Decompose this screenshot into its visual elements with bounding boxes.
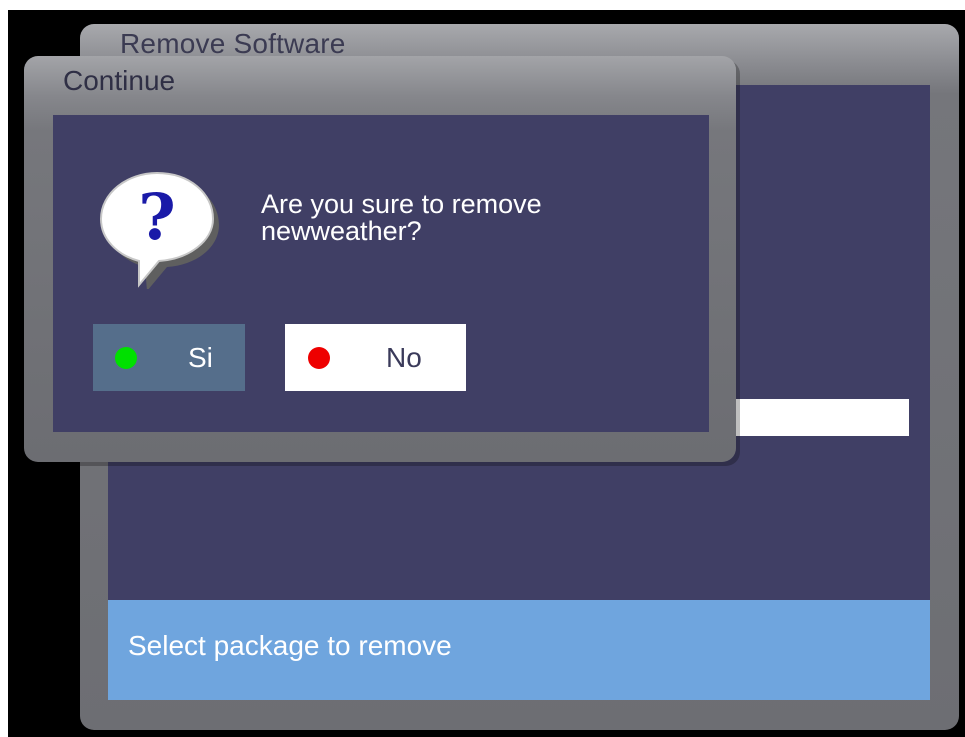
message-line-1: Are you sure to remove: [261, 189, 542, 219]
red-dot-icon: [308, 347, 330, 369]
tv-screen: Remove Software Select package to remove…: [8, 10, 965, 737]
dialog-body: ? Are you sure to remove newweather? Si …: [53, 115, 709, 432]
yes-button[interactable]: Si: [93, 324, 245, 391]
question-balloon-icon: ?: [99, 171, 219, 289]
message-line-2: newweather?: [261, 216, 422, 246]
confirm-message: Are you sure to remove newweather?: [261, 191, 681, 245]
svg-text:?: ?: [138, 180, 176, 255]
status-bar: Select package to remove: [108, 600, 930, 700]
continue-dialog: Continue ? Are you sure to remove newwea…: [24, 56, 736, 462]
dialog-title: Continue: [63, 65, 176, 96]
yes-button-label: Si: [188, 342, 213, 373]
no-button-label: No: [386, 342, 422, 373]
status-text: Select package to remove: [128, 630, 452, 661]
no-button[interactable]: No: [285, 324, 466, 391]
list-item-selection-bar[interactable]: [734, 399, 909, 436]
green-dot-icon: [115, 347, 137, 369]
